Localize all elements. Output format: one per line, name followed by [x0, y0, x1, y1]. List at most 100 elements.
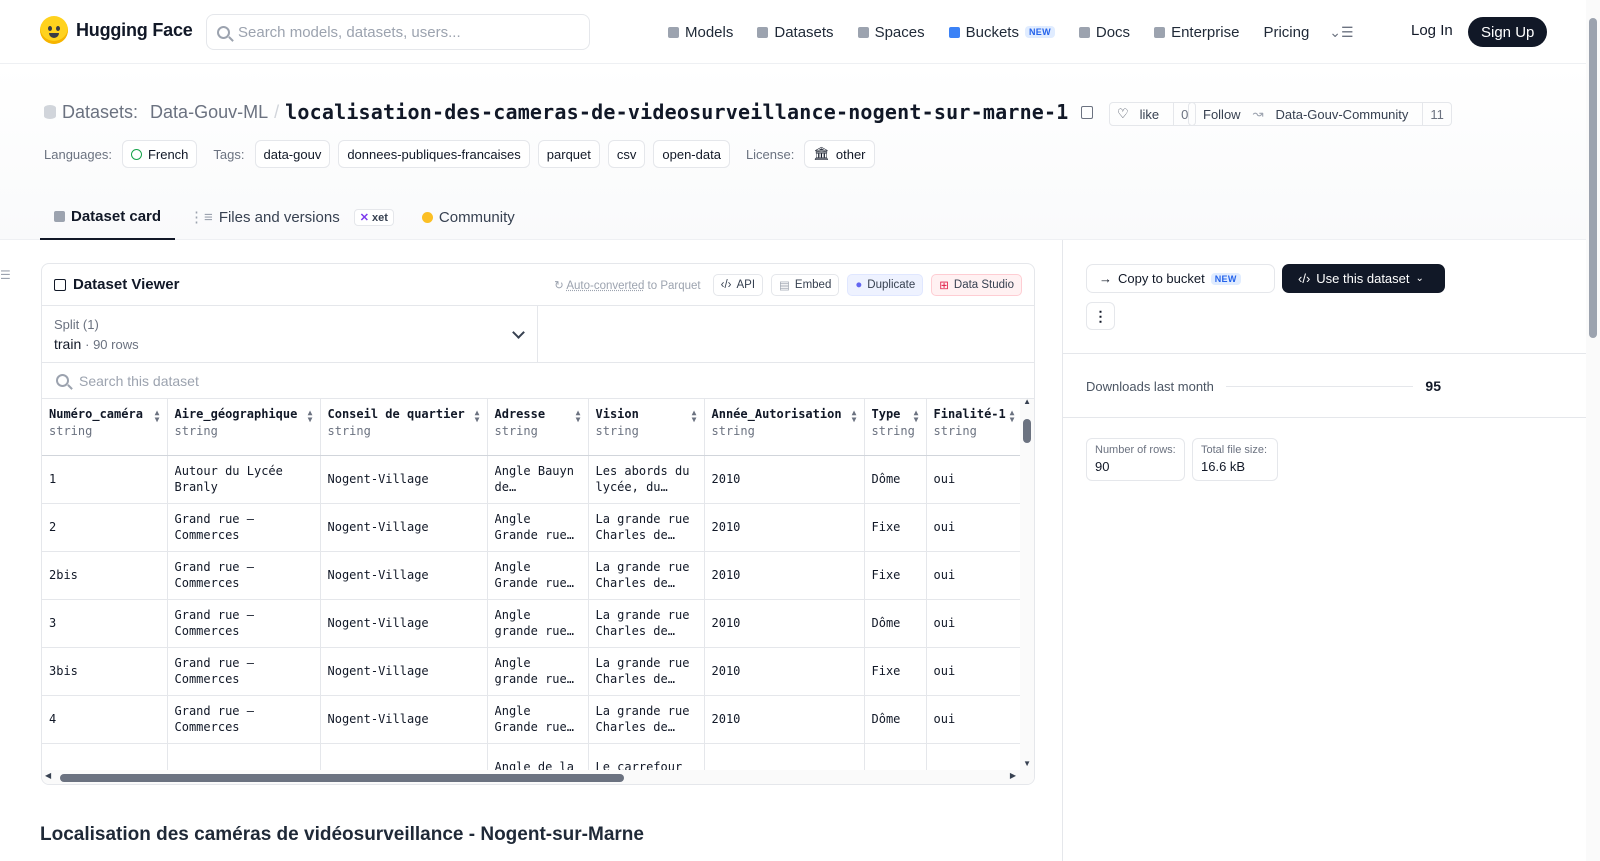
- table-cell: Angle Bauyn de Perreuse…: [487, 455, 589, 504]
- sort-icon[interactable]: ▲ ▼: [1010, 409, 1015, 424]
- like-button[interactable]: ♡ like 0: [1109, 102, 1197, 126]
- sort-icon[interactable]: ▲ ▼: [155, 409, 160, 424]
- copy-icon[interactable]: [1080, 105, 1093, 119]
- license-chip[interactable]: 🏛 other: [804, 140, 875, 168]
- copy-to-bucket-button[interactable]: → Copy to bucket NEW: [1086, 264, 1275, 293]
- api-button[interactable]: ‹/› API: [712, 273, 764, 296]
- column-header[interactable]: Type string ▲ ▼: [864, 399, 927, 456]
- sort-icon[interactable]: ▲ ▼: [692, 409, 697, 424]
- divider: [1063, 417, 1587, 418]
- nav-spaces-label: Spaces: [874, 23, 925, 41]
- cell-text: Angle grande rue Charle…: [494, 608, 567, 638]
- table-cell: La grande rue Charles de…: [588, 647, 705, 696]
- language-chip[interactable]: French: [121, 140, 198, 168]
- language-label: French: [147, 146, 189, 162]
- column-name: Aire_géographique: [174, 407, 298, 421]
- dataset-name[interactable]: localisation-des-cameras-de-videosurveil…: [285, 100, 1068, 124]
- signup-button[interactable]: Sign Up: [1468, 17, 1548, 47]
- table-row[interactable]: 1 Autour du Lycée Branly Nogent-Village Ang…: [42, 455, 1023, 504]
- license-label: License:: [745, 146, 795, 162]
- cell-text: oui: [933, 520, 956, 534]
- embed-label: Embed: [794, 278, 832, 291]
- column-header[interactable]: Vision string ▲ ▼: [588, 399, 705, 456]
- tab-files[interactable]: ⋮≡ Files and versions ✕ xet: [175, 194, 408, 240]
- auto-converted-note[interactable]: ↻ Auto-converted to Parquet: [554, 278, 700, 292]
- nav-pricing[interactable]: Pricing: [1263, 24, 1309, 41]
- nav-enterprise-label: Enterprise: [1171, 23, 1240, 41]
- column-header[interactable]: Conseil de quartier string ▲ ▼: [320, 399, 488, 456]
- nav-models[interactable]: Models: [668, 24, 733, 41]
- data-table: Numéro_caméra string ▲ ▼ Aire_géographique st…: [42, 399, 1023, 784]
- use-this-dataset-button[interactable]: ‹/› Use this dataset ⌄: [1282, 264, 1445, 293]
- xet-label: xet: [371, 211, 388, 224]
- page-scrollbar[interactable]: [1586, 0, 1600, 861]
- sort-icon[interactable]: ▲ ▼: [576, 409, 581, 424]
- data-studio-icon: ⊞: [939, 279, 949, 292]
- nav-pricing-label: Pricing: [1263, 23, 1310, 41]
- data-studio-button[interactable]: ⊞ Data Studio: [931, 273, 1022, 296]
- table-row[interactable]: 4 Grand rue – Commerces Nogent-Village Angl…: [42, 695, 1023, 744]
- follow-button[interactable]: Follow ↝ Data-Gouv-Community 11: [1188, 102, 1452, 126]
- nav-spaces[interactable]: Spaces: [857, 23, 925, 41]
- table-cell: oui: [926, 647, 1023, 696]
- sort-icon[interactable]: ▲ ▼: [852, 409, 857, 424]
- more-menu-icon[interactable]: ⌄☰: [1329, 24, 1353, 41]
- sort-icon[interactable]: ▲ ▼: [308, 409, 313, 424]
- dataset-search-input[interactable]: Search this dataset: [42, 363, 1034, 399]
- duplicate-button[interactable]: ● Duplicate: [847, 273, 924, 296]
- tag-chip[interactable]: data-gouv: [254, 140, 331, 168]
- cube-icon: [668, 26, 679, 38]
- table-cell: Autour du Lycée Branly: [167, 455, 321, 504]
- sort-icon[interactable]: ▲ ▼: [914, 409, 919, 424]
- cell-text: La grande rue Charles de…: [595, 608, 690, 638]
- table-cell: La grande rue Charles de…: [588, 695, 705, 744]
- table-row[interactable]: 2 Grand rue – Commerces Nogent-Village Angl…: [42, 503, 1023, 552]
- sort-icon[interactable]: ▲ ▼: [475, 409, 480, 424]
- horizontal-scrollbar[interactable]: ◀ ▶: [42, 770, 1034, 784]
- org-link[interactable]: Data-Gouv-ML: [150, 102, 268, 123]
- split-select[interactable]: Split (1) train · 90 rows: [42, 306, 538, 362]
- section-label[interactable]: Datasets:: [62, 102, 138, 123]
- tag-chip[interactable]: open-data: [653, 140, 730, 168]
- cell-text: Nogent-Village: [327, 520, 429, 534]
- column-name: Année_Autorisation: [711, 407, 842, 421]
- column-header[interactable]: Aire_géographique string ▲ ▼: [167, 399, 321, 456]
- size-stat-label: Total file size:: [1201, 444, 1268, 456]
- tag-chip[interactable]: donnees-publiques-francaises: [338, 140, 530, 168]
- table-row[interactable]: 3bis Grand rue – Commerces Nogent-Village A…: [42, 647, 1023, 696]
- global-search-placeholder: Search models, datasets, users...: [238, 23, 461, 41]
- column-header[interactable]: Année_Autorisation string ▲ ▼: [704, 399, 865, 456]
- downloads-row: Downloads last month 95: [1086, 378, 1441, 394]
- tag-chip[interactable]: parquet: [537, 140, 600, 168]
- code-icon: ‹/›: [720, 278, 732, 291]
- table-row[interactable]: 3 Grand rue – Commerces Nogent-Village Angl…: [42, 599, 1023, 648]
- column-name: Adresse: [494, 407, 546, 421]
- vertical-scrollbar[interactable]: ▲ ▼: [1020, 399, 1034, 784]
- nav-buckets-label: Buckets: [965, 23, 1019, 41]
- nav-docs[interactable]: Docs: [1078, 24, 1130, 41]
- table-row[interactable]: 2bis Grand rue – Commerces Nogent-Village A…: [42, 551, 1023, 600]
- downloads-value: 95: [1425, 378, 1441, 394]
- table-cell: La grande rue Charles de…: [588, 599, 705, 648]
- nav-buckets[interactable]: Buckets NEW: [948, 23, 1055, 41]
- nav-datasets[interactable]: Datasets: [757, 24, 834, 41]
- tab-dataset-card[interactable]: Dataset card: [40, 194, 176, 240]
- column-header[interactable]: Finalité-1 string ▲ ▼: [926, 399, 1023, 456]
- brand-link[interactable]: Hugging Face: [40, 16, 193, 44]
- column-name: Type: [871, 407, 901, 421]
- tag-chip[interactable]: csv: [607, 140, 646, 168]
- login-link[interactable]: Log In: [1411, 22, 1453, 39]
- split-rows: 90 rows: [93, 337, 139, 352]
- chevron-down-icon: ⌄: [1415, 273, 1424, 284]
- column-header[interactable]: Numéro_caméra string ▲ ▼: [42, 399, 168, 456]
- column-header[interactable]: Adresse string ▲ ▼: [487, 399, 589, 456]
- embed-icon: ▤: [779, 279, 790, 292]
- new-badge: NEW: [1210, 272, 1241, 285]
- sidebar-toggle-icon[interactable]: ☰: [0, 268, 11, 282]
- global-search-input[interactable]: Search models, datasets, users...: [206, 14, 590, 50]
- book-icon: [1078, 26, 1090, 38]
- kebab-menu-icon[interactable]: ⋮: [1086, 302, 1115, 330]
- nav-enterprise[interactable]: Enterprise: [1154, 24, 1239, 41]
- tab-community[interactable]: Community: [408, 194, 529, 240]
- embed-button[interactable]: ▤ Embed: [771, 273, 840, 296]
